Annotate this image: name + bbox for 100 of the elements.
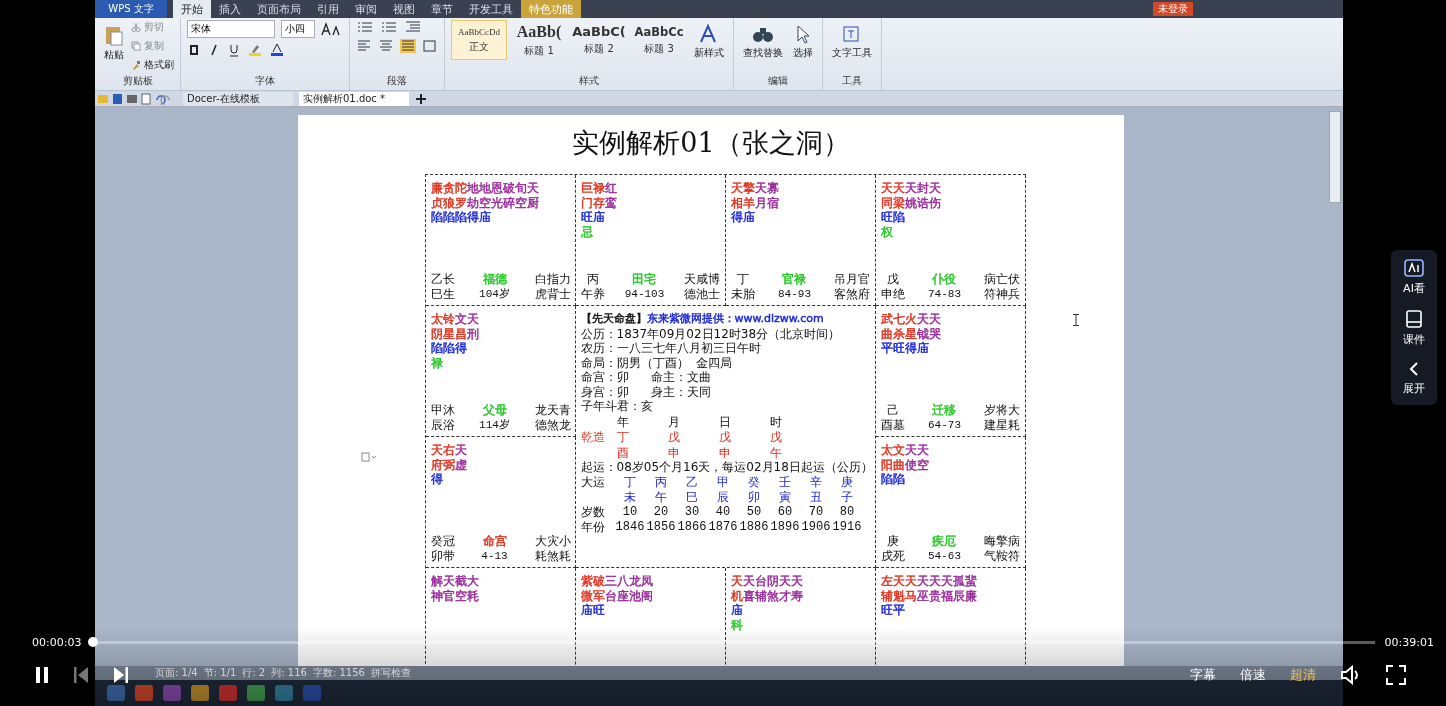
spirit-text: 病亡伏 — [984, 272, 1021, 287]
star-line: 陷陷 — [880, 472, 906, 487]
font-color-icon[interactable] — [269, 43, 285, 57]
palace-name: 迁移 — [932, 403, 957, 418]
stem-branch-text: 戌死 — [880, 548, 905, 563]
find-replace-button[interactable]: 查找替换 — [740, 20, 786, 64]
scrollbar[interactable] — [1329, 111, 1341, 203]
star-line: 陷陷得 — [430, 341, 468, 356]
document-title: 实例解析01（张之洞） — [572, 126, 850, 160]
subtitles-button[interactable]: 字幕 — [1190, 666, 1216, 684]
new-style-button[interactable]: 新样式 — [691, 20, 727, 64]
info-line: 命宫：卯 命主：文曲 — [580, 370, 713, 385]
document-tab[interactable]: Docer-在线模板 — [183, 91, 293, 106]
taskbar-app-icon[interactable] — [245, 684, 267, 702]
status-text: 行: 2 — [242, 666, 266, 680]
borders-icon[interactable] — [422, 39, 438, 53]
star-line: 机喜辅煞才寿 — [730, 588, 804, 603]
star-line: 阳曲使空 — [880, 457, 930, 472]
ribbon-tab[interactable]: 审阅 — [347, 0, 385, 18]
taskbar-app-icon[interactable] — [217, 684, 239, 702]
star-line: 陷陷陷得庙 — [430, 210, 492, 225]
next-icon[interactable] — [113, 666, 129, 684]
side-panel-button[interactable]: AI看 — [1391, 256, 1437, 299]
numbered-list-icon[interactable] — [380, 20, 398, 34]
style-preset[interactable]: AaBbCcDd 正文 — [451, 20, 507, 60]
pause-icon[interactable] — [35, 666, 49, 684]
document-icon — [361, 452, 377, 462]
star-line: 旺平 — [880, 603, 906, 618]
ribbon-tab[interactable]: 章节 — [423, 0, 461, 18]
age-range: 74-83 — [928, 286, 961, 301]
stem-branch-text: 卯带 — [430, 548, 455, 563]
palace-name: 官禄 — [782, 272, 807, 287]
speed-button[interactable]: 倍速 — [1240, 666, 1266, 684]
year-text: 1846 — [614, 519, 646, 535]
age-text: 70 — [807, 504, 825, 520]
star-line: 辅魁马巫贵福辰廉 — [880, 588, 978, 603]
elapsed-time: 00:00:03 — [32, 635, 82, 649]
highlight-icon[interactable] — [247, 43, 263, 57]
pillar-header: 日 — [718, 414, 732, 429]
taskbar-app-icon[interactable] — [273, 684, 295, 702]
text-tools-button[interactable]: 文字工具 — [829, 20, 875, 64]
info-line: 公历：1837年09月02日12时38分（北京时间） — [580, 326, 842, 341]
ribbon-tab[interactable]: 开发工具 — [461, 0, 521, 18]
spirit-text: 白指力 — [534, 272, 571, 287]
palace-name: 父母 — [482, 403, 507, 418]
chevron-left-icon — [1408, 361, 1420, 377]
add-tab-icon[interactable] — [415, 92, 427, 105]
fullscreen-icon[interactable] — [1386, 665, 1406, 685]
copy-icon — [131, 41, 141, 51]
style-preset[interactable]: AaBbCc 标题 3 — [631, 20, 687, 60]
side-panel-button[interactable]: 课件 — [1391, 307, 1437, 350]
align-icon[interactable] — [378, 39, 394, 53]
align-icon[interactable] — [356, 39, 372, 53]
info-line: 身宫：卯 身主：天同 — [580, 384, 713, 399]
format-painter-button[interactable]: 格式刷 — [131, 58, 174, 72]
paste-button[interactable]: 粘贴 — [101, 20, 127, 66]
side-panel-button[interactable]: 展开 — [1391, 358, 1437, 399]
dayun-stem: 壬 — [778, 474, 792, 490]
app-menu-button[interactable]: WPS 文字 — [95, 0, 167, 18]
previous-icon[interactable] — [73, 666, 89, 684]
font-family-field[interactable]: 宋体 — [187, 20, 275, 38]
spirit-text: 大灾小 — [534, 534, 571, 549]
ribbon-tab[interactable]: 页面布局 — [249, 0, 309, 18]
dayun-stem: 庚 — [840, 474, 854, 490]
dayun-branch: 子 — [840, 489, 854, 505]
font-size-field[interactable]: 小四 — [281, 20, 315, 38]
age-text: 80 — [838, 504, 856, 520]
ribbon-tab[interactable]: 开始 — [173, 0, 211, 18]
taskbar-app-icon[interactable] — [189, 684, 211, 702]
stem-branch-text: 甲沐 — [430, 403, 455, 418]
dayun-stem: 甲 — [716, 474, 730, 490]
star-line: 天擎天寡 — [730, 181, 780, 196]
star-line: 庙 — [730, 603, 744, 618]
ribbon-tab[interactable]: 视图 — [385, 0, 423, 18]
justify-icon[interactable] — [400, 39, 416, 53]
taskbar-app-icon[interactable] — [161, 684, 183, 702]
spirit-text: 岁将大 — [984, 403, 1021, 418]
row-label: 大运 — [580, 474, 606, 490]
login-button[interactable]: 未登录 — [1153, 2, 1193, 16]
branch-text: 酉 — [616, 445, 630, 460]
group-label: 段落 — [386, 74, 408, 88]
style-preset[interactable]: AaBb( 标题 1 — [511, 20, 567, 60]
select-button[interactable]: 选择 — [790, 20, 816, 64]
star-line: 旺陷 — [880, 210, 906, 225]
duration-time: 00:39:01 — [1384, 635, 1434, 649]
palace-name: 仆役 — [932, 272, 957, 287]
spirit-text: 德煞龙 — [534, 417, 571, 432]
branch-text: 申 — [718, 445, 732, 460]
ribbon-tab[interactable]: 插入 — [211, 0, 249, 18]
palace-name: 疾厄 — [932, 534, 957, 549]
spirit-text: 吊月官 — [834, 272, 871, 287]
indent-icon[interactable] — [404, 20, 422, 34]
bazi-label: 乾造 — [580, 430, 606, 445]
document-tab[interactable]: 实例解析01.doc * — [299, 91, 409, 106]
bullet-list-icon[interactable] — [356, 20, 374, 34]
stem-branch-text: 辰浴 — [430, 417, 455, 432]
underline-icon[interactable] — [227, 43, 241, 57]
style-preset[interactable]: AaBbC( 标题 2 — [571, 20, 627, 60]
ribbon-tab[interactable]: 引用 — [309, 0, 347, 18]
source-line: 【先天命盘】东来紫微网提供：www.dlzww.com — [580, 312, 825, 327]
